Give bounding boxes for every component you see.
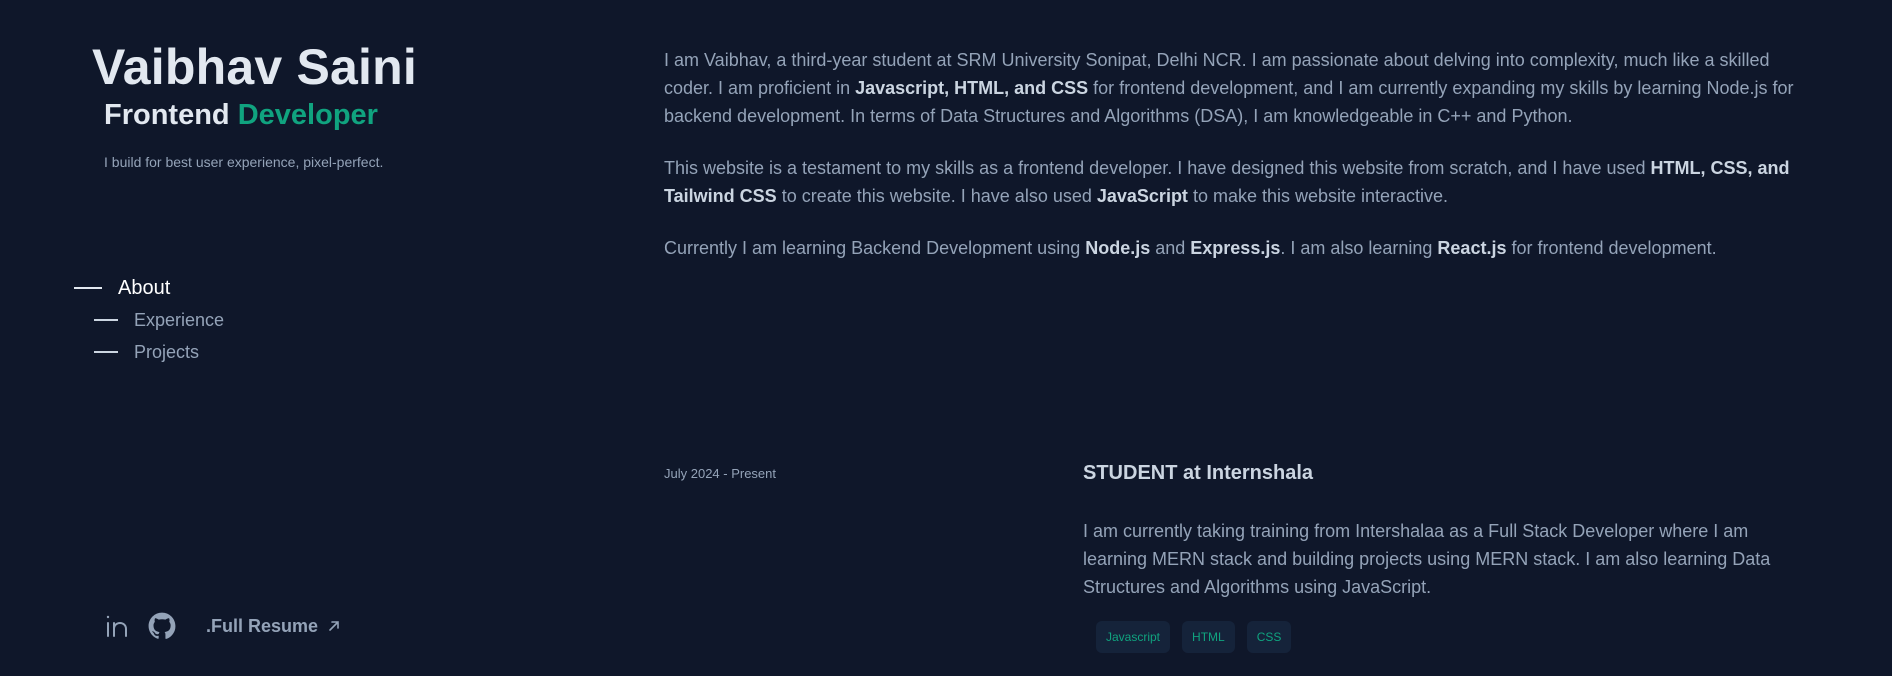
nav-indicator (94, 351, 118, 353)
nav-label: Projects (134, 341, 200, 362)
nav-item-experience[interactable]: Experience (74, 304, 224, 336)
role-main: Frontend (104, 99, 230, 131)
about-text: to create this website. I have also used (776, 186, 1097, 206)
nav-indicator (74, 287, 102, 289)
section-nav: About Experience Projects (74, 272, 224, 368)
linkedin-link[interactable] (104, 612, 132, 640)
arrow-up-right-icon (328, 620, 340, 632)
tech-tag: CSS (1246, 621, 1292, 653)
about-section: I am Vaibhav, a third-year student at SR… (664, 46, 1804, 286)
about-highlight: Node.js (1085, 238, 1151, 258)
full-resume-label: .Full Resume (206, 615, 319, 636)
tech-tag: Javascript (1096, 621, 1171, 653)
tagline: I build for best user experience, pixel-… (104, 154, 384, 170)
about-highlight: React.js (1437, 238, 1507, 258)
tech-tag: HTML (1182, 621, 1235, 653)
nav-item-projects[interactable]: Projects (74, 336, 224, 368)
nav-indicator (94, 319, 118, 321)
about-paragraph: Currently I am learning Backend Developm… (664, 234, 1804, 262)
nav-label: Experience (134, 309, 225, 330)
linkedin-icon (106, 615, 127, 637)
about-text: Currently I am learning Backend Developm… (664, 238, 1086, 258)
about-text: to make this website interactive. (1187, 186, 1449, 206)
github-link[interactable] (148, 612, 176, 640)
page-title: Vaibhav Saini (92, 39, 417, 95)
about-text: . I am also learning (1280, 238, 1438, 258)
about-highlight: JavaScript (1096, 186, 1188, 206)
full-resume-link[interactable]: .Full Resume (206, 616, 340, 637)
about-highlight: Javascript, HTML, and CSS (855, 78, 1089, 98)
role-title: Frontend Developer (104, 99, 378, 132)
footer-links: .Full Resume (104, 612, 340, 640)
about-paragraph: I am Vaibhav, a third-year student at SR… (664, 46, 1804, 130)
about-paragraph: This website is a testament to my skills… (664, 154, 1804, 210)
experience-title: STUDENT at Internshala (1083, 462, 1314, 484)
github-icon (148, 612, 176, 639)
about-text: This website is a testament to my skills… (664, 158, 1651, 178)
about-highlight: Express.js (1190, 238, 1281, 258)
about-text: and (1150, 238, 1191, 258)
experience-date: July 2024 - Present (664, 466, 777, 481)
experience-description: I am currently taking training from Inte… (1083, 521, 1771, 597)
about-text: for frontend development. (1506, 238, 1717, 258)
role-accent: Developer (237, 99, 378, 131)
nav-label: About (118, 276, 171, 299)
nav-item-about[interactable]: About (74, 272, 224, 304)
tech-tags: Javascript HTML CSS (1096, 621, 1303, 653)
